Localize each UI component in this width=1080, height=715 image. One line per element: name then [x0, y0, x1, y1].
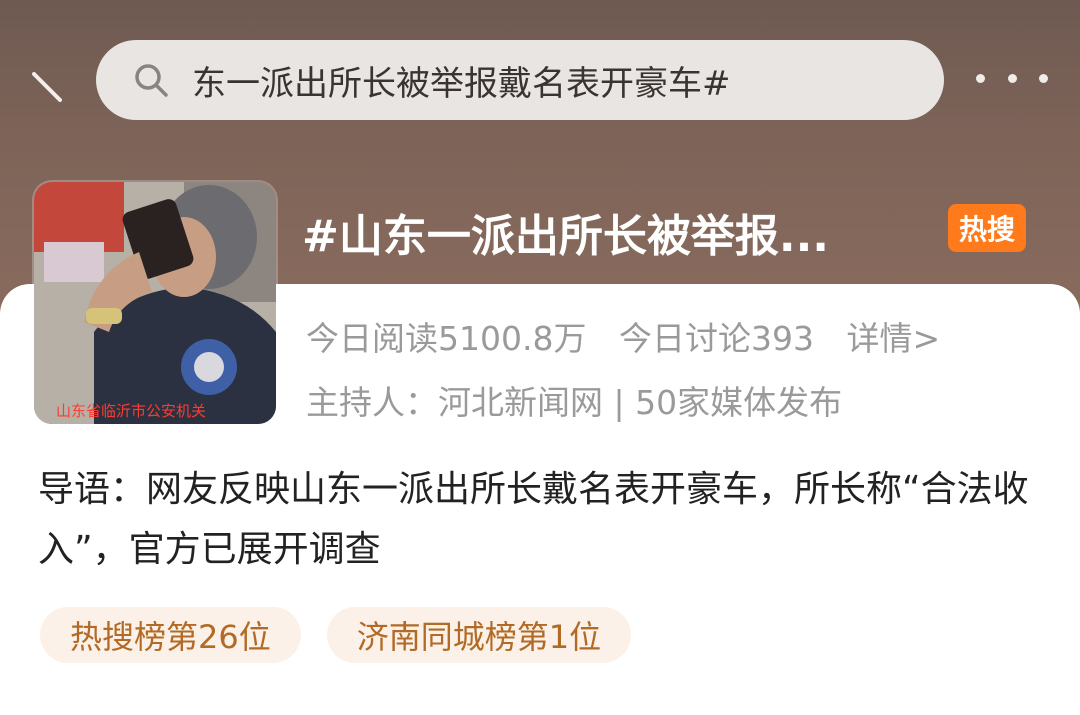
- host-info: 主持人：河北新闻网 | 50家媒体发布: [306, 383, 843, 422]
- back-button[interactable]: [28, 68, 68, 108]
- hot-badge: 热搜: [948, 204, 1026, 252]
- more-icon: [1007, 73, 1017, 83]
- topic-thumbnail[interactable]: 山东省临沂市公安机关: [34, 182, 276, 424]
- search-bar[interactable]: 东一派出所长被举报戴名表开豪车#: [96, 40, 944, 120]
- thumbnail-caption: 山东省临沂市公安机关: [56, 402, 207, 420]
- details-link[interactable]: 详情>: [846, 319, 940, 358]
- stats-row: 今日阅读5100.8万 今日讨论393 详情>: [306, 312, 962, 360]
- topic-lead: 导语：网友反映山东一派出所长戴名表开豪车，所长称“合法收入”，官方已展开调查: [38, 469, 1029, 570]
- more-button[interactable]: [976, 60, 1048, 96]
- officer-photo-icon: [34, 182, 276, 424]
- back-icon: [32, 72, 62, 102]
- rank-tags: 热搜榜第26位 济南同城榜第1位: [40, 607, 657, 663]
- topic-title[interactable]: #山东一派出所长被举报...: [302, 200, 829, 264]
- rank-tag-hot[interactable]: 热搜榜第26位: [40, 607, 301, 663]
- more-icon: [1039, 73, 1048, 83]
- reads-count: 今日阅读5100.8万: [306, 319, 587, 358]
- search-icon: [135, 64, 168, 97]
- search-query: 东一派出所长被举报戴名表开豪车#: [192, 63, 731, 104]
- rank-tag-city[interactable]: 济南同城榜第1位: [326, 607, 632, 663]
- more-icon: [976, 73, 985, 83]
- discussions-count: 今日讨论393: [618, 319, 814, 358]
